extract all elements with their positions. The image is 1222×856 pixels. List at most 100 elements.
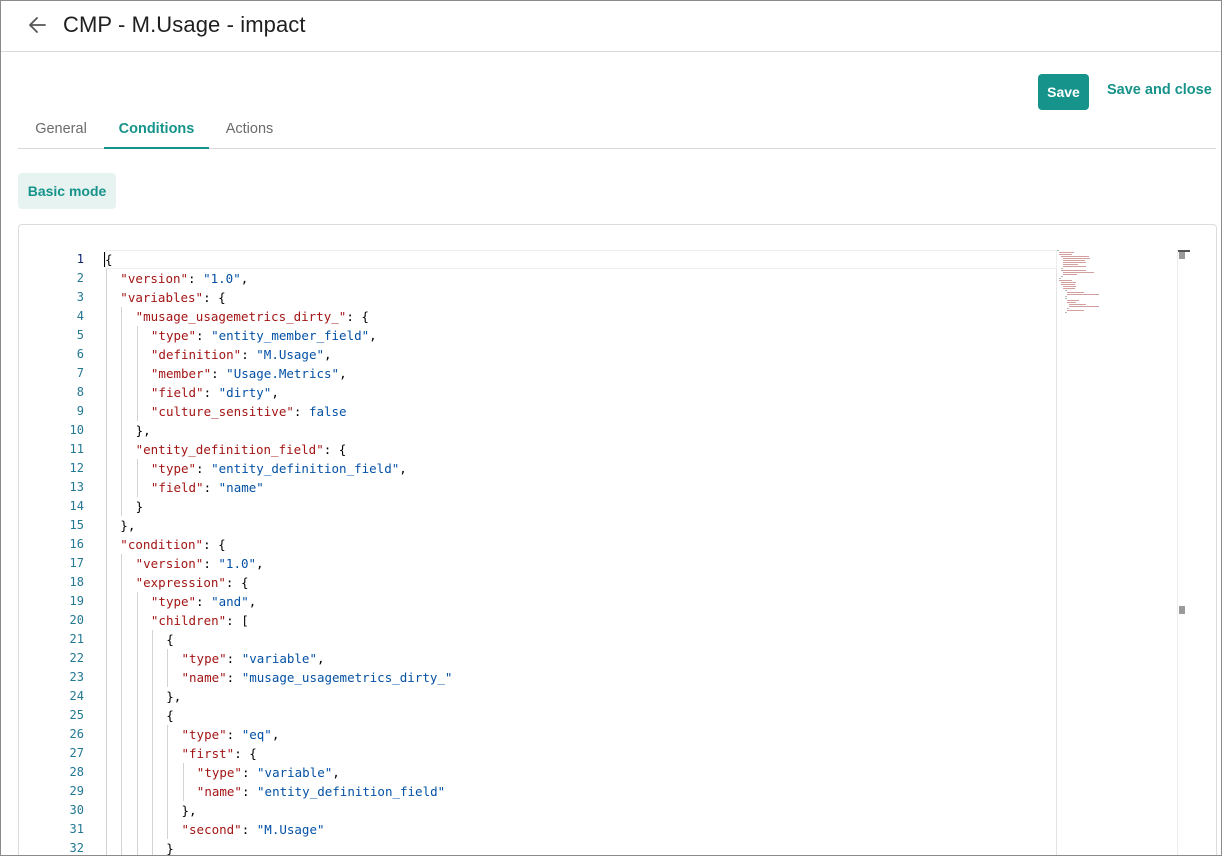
indent-guide	[151, 687, 153, 706]
indent-guide	[167, 820, 169, 839]
line-number: 9	[76, 404, 84, 418]
json-punctuation: :	[211, 366, 227, 381]
indent-guide	[106, 288, 107, 307]
json-value: "name"	[218, 480, 264, 495]
code-line: "first": {	[105, 744, 1056, 763]
indent-guide	[167, 763, 169, 782]
indent-guide	[151, 839, 153, 855]
tab-actions[interactable]: Actions	[209, 109, 290, 149]
json-punctuation: }	[166, 841, 174, 856]
minimap-line	[1067, 302, 1076, 303]
minimap-line	[1065, 290, 1067, 291]
indent-guide	[167, 725, 169, 744]
indent-guide	[136, 820, 138, 839]
minimap-line	[1059, 252, 1075, 253]
minimap-line	[1059, 280, 1072, 281]
json-punctuation: },	[166, 689, 182, 704]
json-punctuation: :	[226, 651, 242, 666]
tab-conditions[interactable]: Conditions	[104, 109, 209, 149]
indent-guide	[136, 687, 138, 706]
json-punctuation: {	[166, 632, 174, 647]
indent-guide	[106, 592, 107, 611]
code-line: },	[105, 421, 1056, 440]
page-title: CMP - M.Usage - impact	[63, 12, 306, 37]
back-button[interactable]	[25, 13, 51, 37]
minimap[interactable]	[1057, 250, 1113, 330]
indent-guide	[121, 839, 123, 855]
minimap-line	[1063, 262, 1087, 263]
json-value: "M.Usage"	[256, 822, 325, 837]
json-punctuation: :	[226, 670, 242, 685]
indent-guide	[151, 763, 153, 782]
code-line: "field": "name"	[105, 478, 1056, 497]
minimap-line	[1061, 268, 1063, 269]
indent-guide	[106, 668, 107, 687]
code-line: "type": "eq",	[105, 725, 1056, 744]
json-punctuation: : {	[234, 746, 257, 761]
basic-mode-button[interactable]: Basic mode	[18, 173, 116, 209]
indent-guide	[182, 782, 184, 801]
code-line: "type": "variable",	[105, 763, 1056, 782]
minimap-line	[1057, 250, 1059, 251]
code-text-area[interactable]: {"version": "1.0", "variables": {"musage_…	[104, 250, 1057, 856]
line-number: 12	[69, 461, 84, 475]
line-number: 3	[76, 290, 84, 304]
save-and-close-button[interactable]: Save and close	[1107, 82, 1212, 98]
json-punctuation: ,	[271, 385, 279, 400]
json-value: "1.0"	[203, 271, 241, 286]
indent-guide	[121, 573, 123, 592]
line-number: 17	[69, 556, 84, 570]
minimap-line	[1065, 312, 1067, 313]
json-punctuation: :	[241, 822, 257, 837]
json-key: "version"	[120, 271, 189, 286]
indent-guide	[106, 573, 107, 592]
indent-guide	[182, 763, 184, 782]
json-punctuation: {	[105, 252, 113, 267]
indent-guide	[121, 440, 123, 459]
tab-general[interactable]: General	[18, 109, 104, 149]
minimap-line	[1067, 292, 1085, 293]
minimap-line	[1063, 258, 1090, 259]
minimap-line	[1061, 256, 1089, 257]
indent-guide	[106, 554, 107, 573]
json-punctuation: ,	[248, 594, 257, 609]
json-key: "type"	[150, 594, 197, 609]
json-value: "entity_definition_field"	[211, 461, 400, 476]
line-number: 31	[69, 822, 84, 836]
json-value: false	[308, 404, 347, 419]
json-key: "second"	[181, 822, 242, 837]
indent-guide	[106, 839, 107, 855]
line-number: 6	[76, 347, 84, 361]
indent-guide	[121, 725, 123, 744]
save-button[interactable]: Save	[1038, 74, 1089, 110]
minimap-line	[1065, 296, 1067, 297]
vertical-scrollbar[interactable]	[1177, 250, 1191, 855]
code-editor[interactable]: 1 2 3 4 5 6 7 8 9 10 11 12 13 14 15 16 17 18 19 20 21 22 23 24 2…	[18, 224, 1217, 856]
indent-guide	[136, 801, 138, 820]
code-line: "type": "entity_member_field",	[105, 326, 1056, 345]
minimap-line	[1061, 270, 1087, 271]
json-key: "musage_usagemetrics_dirty_"	[135, 309, 347, 324]
indent-guide	[121, 421, 123, 440]
code-line: "version": "1.0",	[105, 554, 1056, 573]
indent-guide	[106, 535, 107, 554]
json-punctuation: },	[135, 423, 151, 438]
json-punctuation: :	[196, 594, 212, 609]
indent-guide	[121, 820, 123, 839]
minimap-line	[1067, 294, 1100, 295]
json-punctuation: :	[203, 385, 219, 400]
json-value: "musage_usagemetrics_dirty_"	[241, 670, 453, 685]
indent-guide	[121, 668, 123, 687]
json-punctuation: : {	[346, 309, 369, 324]
indent-guide	[106, 725, 107, 744]
code-line: "entity_definition_field": {	[105, 440, 1056, 459]
overview-ruler-marker	[1179, 606, 1185, 614]
json-punctuation: :	[196, 461, 212, 476]
minimap-line	[1063, 288, 1075, 289]
indent-guide	[106, 440, 107, 459]
indent-guide	[151, 668, 153, 687]
line-number: 18	[69, 575, 84, 589]
json-value: "1.0"	[218, 556, 257, 571]
json-punctuation: ,	[271, 727, 280, 742]
minimap-line	[1069, 306, 1099, 307]
